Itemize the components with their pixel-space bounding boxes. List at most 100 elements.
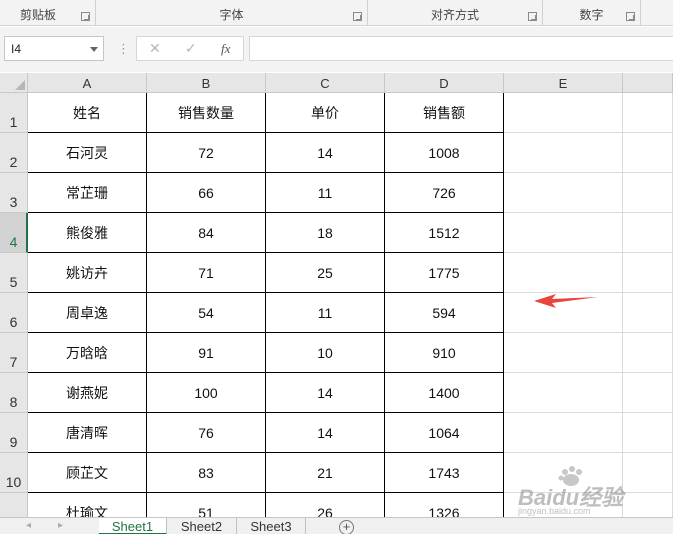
table-cell[interactable]: 18 [266,213,385,253]
table-cell[interactable]: 14 [266,373,385,413]
table-cell[interactable]: 54 [147,293,266,333]
table-header-cell[interactable]: 单价 [266,93,385,133]
table-cell[interactable]: 谢燕妮 [28,373,147,413]
table-cell[interactable]: 万晗晗 [28,333,147,373]
dialog-launcher-icon[interactable] [626,12,635,21]
empty-cell[interactable] [504,213,623,253]
empty-cell[interactable] [623,253,673,293]
table-cell[interactable]: 唐清晖 [28,413,147,453]
table-cell[interactable]: 594 [385,293,504,333]
table-cell[interactable]: 10 [266,333,385,373]
table-cell[interactable]: 1512 [385,213,504,253]
dialog-launcher-icon[interactable] [81,12,90,21]
table-cell[interactable]: 91 [147,333,266,373]
table-cell[interactable]: 常芷珊 [28,173,147,213]
table-cell[interactable]: 83 [147,453,266,493]
name-box[interactable]: I4 [4,36,104,61]
table-cell[interactable]: 1064 [385,413,504,453]
table-cell[interactable]: 1326 [385,493,504,517]
table-cell[interactable]: 杜瑜文 [28,493,147,517]
dialog-launcher-icon[interactable] [528,12,537,21]
select-all-button[interactable] [0,73,28,93]
row-number: 4 [9,234,18,250]
table-cell[interactable]: 26 [266,493,385,517]
table-cell[interactable]: 71 [147,253,266,293]
column-header-f[interactable] [623,73,673,93]
insert-function-icon[interactable]: fx [221,41,230,57]
empty-cell[interactable] [623,133,673,173]
table-header-cell[interactable]: 姓名 [28,93,147,133]
add-sheet-button[interactable]: + [339,520,354,534]
row-header-3[interactable]: 3 [0,173,28,213]
sheet-tab-2[interactable]: Sheet2 [167,518,237,534]
ribbon-group-clipboard: 剪贴板 [0,0,96,26]
table-cell[interactable]: 1008 [385,133,504,173]
row-header-5[interactable]: 5 [0,253,28,293]
table-cell[interactable]: 51 [147,493,266,517]
table-cell[interactable]: 顾芷文 [28,453,147,493]
table-cell[interactable]: 66 [147,173,266,213]
row-number: 9 [9,434,18,450]
table-header-cell[interactable]: 销售数量 [147,93,266,133]
empty-cell[interactable] [504,93,623,133]
row-header-2[interactable]: 2 [0,133,28,173]
table-cell[interactable]: 100 [147,373,266,413]
row-header-7[interactable]: 7 [0,333,28,373]
empty-cell[interactable] [623,173,673,213]
empty-cell[interactable] [623,213,673,253]
sheet-tab-1[interactable]: Sheet1 [99,518,167,534]
row-header-4[interactable]: 4 [0,213,28,253]
check-icon[interactable]: ✓ [185,40,197,57]
row-header-8[interactable]: 8 [0,373,28,413]
table-cell[interactable]: 11 [266,293,385,333]
empty-cell[interactable] [504,253,623,293]
empty-cell[interactable] [623,373,673,413]
row-header-9[interactable]: 9 [0,413,28,453]
table-cell[interactable]: 1400 [385,373,504,413]
table-cell[interactable]: 石河灵 [28,133,147,173]
table-header-cell[interactable]: 销售额 [385,93,504,133]
table-cell[interactable]: 84 [147,213,266,253]
formula-input[interactable] [249,36,673,61]
row-number: 3 [9,194,18,210]
row-header-1[interactable]: 1 [0,93,28,133]
row-header-11[interactable] [0,493,28,517]
table-cell[interactable]: 726 [385,173,504,213]
table-cell[interactable]: 76 [147,413,266,453]
empty-cell[interactable] [504,173,623,213]
empty-cell[interactable] [504,133,623,173]
table-cell[interactable]: 910 [385,333,504,373]
table-cell[interactable]: 21 [266,453,385,493]
table-cell[interactable]: 14 [266,413,385,453]
row-header-10[interactable]: 10 [0,453,28,493]
table-cell[interactable]: 1743 [385,453,504,493]
table-cell[interactable]: 1775 [385,253,504,293]
table-cell[interactable]: 姚访卉 [28,253,147,293]
tab-scroll-right-icon[interactable]: ▸ [58,520,63,531]
drag-handle-icon[interactable]: ⋮ [117,41,130,57]
column-header-c[interactable]: C [266,73,385,93]
empty-cell[interactable] [623,413,673,453]
empty-cell[interactable] [504,333,623,373]
table-cell[interactable]: 25 [266,253,385,293]
empty-cell[interactable] [504,413,623,453]
empty-cell[interactable] [504,373,623,413]
tab-scroll-left-icon[interactable]: ◂ [26,520,31,531]
row-header-6[interactable]: 6 [0,293,28,333]
cancel-icon[interactable]: ✕ [149,40,161,57]
empty-cell[interactable] [623,93,673,133]
column-header-b[interactable]: B [147,73,266,93]
chevron-down-icon[interactable] [90,47,98,52]
table-cell[interactable]: 周卓逸 [28,293,147,333]
column-header-d[interactable]: D [385,73,504,93]
empty-cell[interactable] [623,293,673,333]
sheet-tab-3[interactable]: Sheet3 [237,518,306,534]
table-cell[interactable]: 熊俊雅 [28,213,147,253]
table-cell[interactable]: 14 [266,133,385,173]
table-cell[interactable]: 72 [147,133,266,173]
dialog-launcher-icon[interactable] [353,12,362,21]
table-cell[interactable]: 11 [266,173,385,213]
column-header-e[interactable]: E [504,73,623,93]
empty-cell[interactable] [623,333,673,373]
column-header-a[interactable]: A [28,73,147,93]
